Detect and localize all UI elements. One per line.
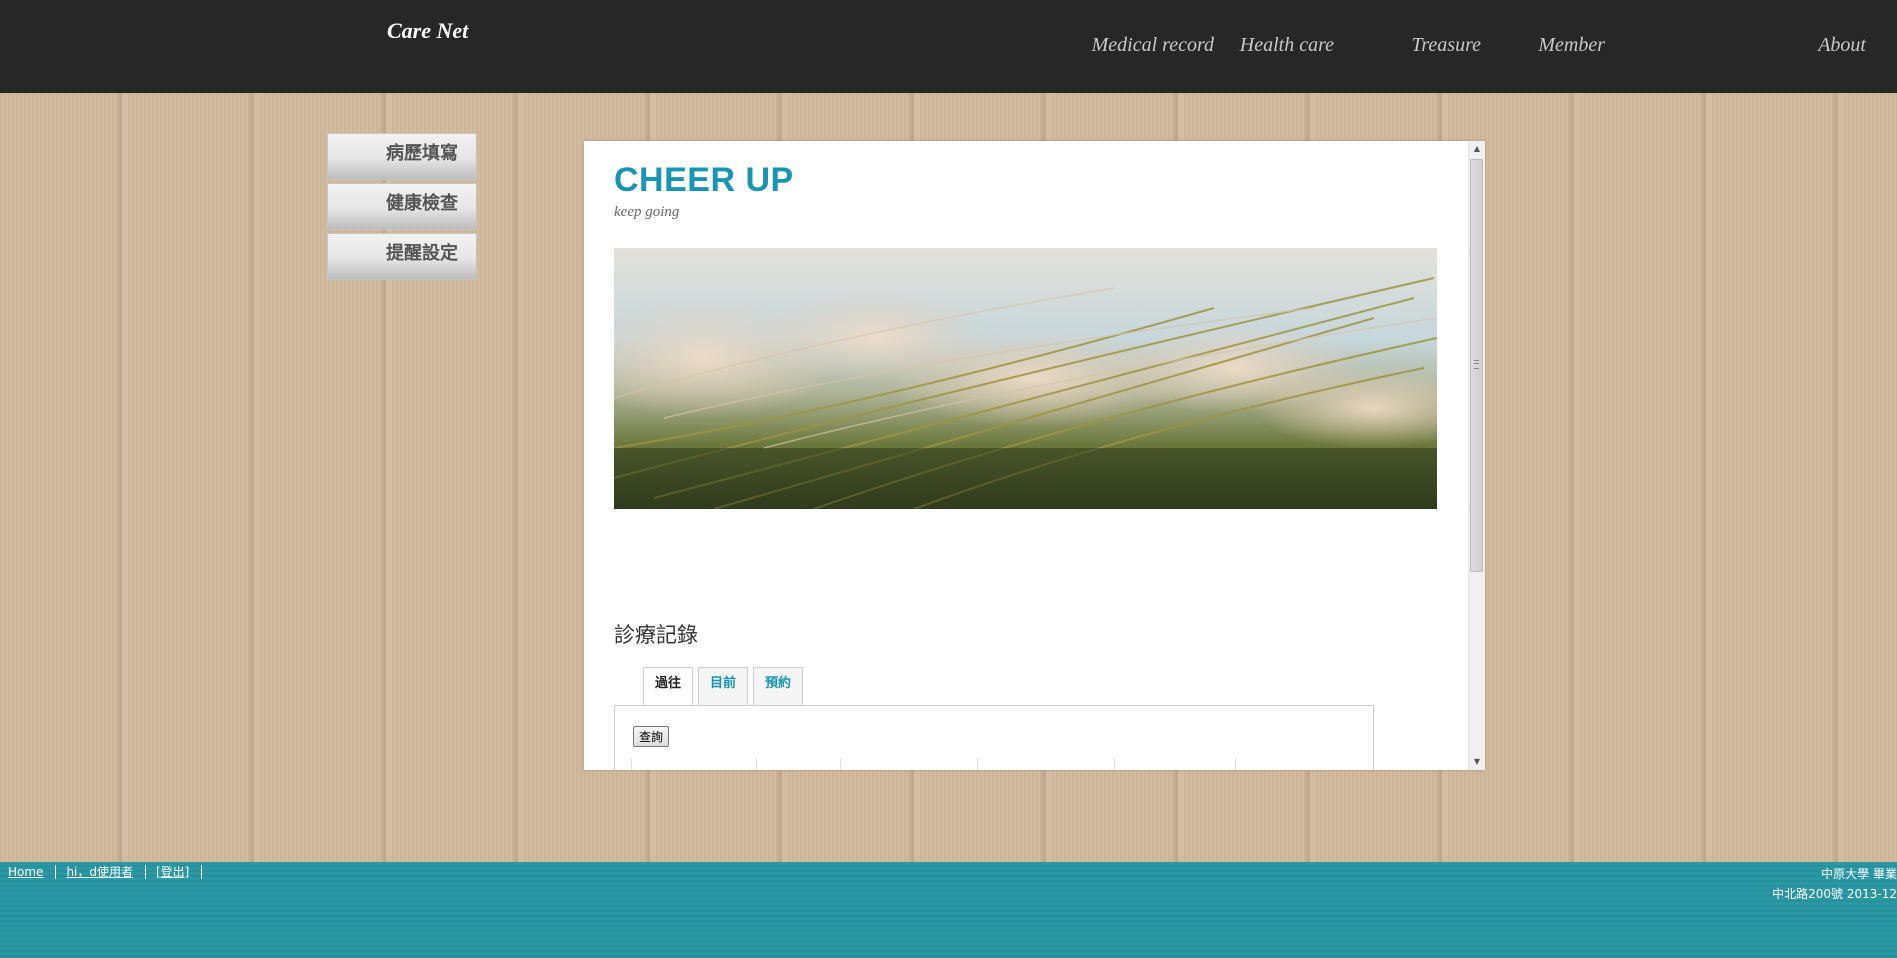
nav-treasure[interactable]: Treasure xyxy=(1411,34,1481,57)
table-column-divider xyxy=(631,758,632,770)
table-column-divider xyxy=(756,758,757,770)
section-title-medical-records: 診療記錄 xyxy=(614,623,698,647)
sidebar-item-reminder-settings[interactable]: 提醒設定 xyxy=(327,233,477,280)
banner-image xyxy=(614,248,1437,509)
footer-home-link[interactable]: Home xyxy=(8,865,57,879)
footer-info-line-2: 中北路200號 2013-12 xyxy=(1772,887,1897,901)
table-column-divider xyxy=(840,758,841,770)
footer-user-link[interactable]: hi，d使用者 xyxy=(66,865,146,879)
scrollbar-thumb[interactable] xyxy=(1470,159,1483,572)
page-subtitle: keep going xyxy=(614,204,680,220)
tab-current[interactable]: 目前 xyxy=(698,667,748,709)
footer-info: 中原大學 畢業 中北路200號 2013-12 xyxy=(1772,864,1897,904)
scroll-down-arrow-icon[interactable]: ▼ xyxy=(1469,754,1485,770)
tab-appointment[interactable]: 預約 xyxy=(753,667,803,709)
scroll-up-arrow-icon[interactable]: ▲ xyxy=(1469,141,1485,157)
nav-member[interactable]: Member xyxy=(1538,34,1605,57)
vertical-scrollbar[interactable]: ▲ ▼ xyxy=(1468,141,1485,770)
grip-icon xyxy=(1474,360,1479,369)
table-column-divider xyxy=(1235,758,1236,770)
tab-panel: 查詢 xyxy=(614,705,1374,770)
sidebar-menu: 病歷填寫 健康檢查 提醒設定 xyxy=(327,133,477,283)
page-title: CHEER UP xyxy=(614,161,794,199)
nav-medical-record[interactable]: Medical record xyxy=(1092,34,1214,57)
content-frame-body: CHEER UP keep going 診療記錄 過往 目前 預約 查詢 xyxy=(584,141,1468,770)
nav-health-care[interactable]: Health care xyxy=(1240,34,1334,57)
sidebar-item-health-check[interactable]: 健康檢查 xyxy=(327,183,477,230)
footer-logout-link[interactable]: [登出] xyxy=(156,865,203,879)
grass-banner-illustration xyxy=(614,248,1437,509)
footer-bar: Home hi，d使用者 [登出] 中原大學 畢業 中北路200號 2013-12 xyxy=(0,862,1897,958)
footer-info-line-1: 中原大學 畢業 xyxy=(1821,867,1897,881)
brand-logo[interactable]: Care Net xyxy=(387,18,468,44)
sidebar-item-medical-record-entry[interactable]: 病歷填寫 xyxy=(327,133,477,180)
footer-links: Home hi，d使用者 [登出] xyxy=(8,862,212,882)
nav-about[interactable]: About xyxy=(1818,34,1866,57)
query-button[interactable]: 查詢 xyxy=(633,726,670,747)
tab-past[interactable]: 過往 xyxy=(643,667,693,709)
table-column-divider xyxy=(977,758,978,770)
table-column-divider xyxy=(1114,758,1115,770)
top-header: Care Net Medical record Health care Trea… xyxy=(0,0,1897,93)
content-frame: CHEER UP keep going 診療記錄 過往 目前 預約 查詢 ▲ ▼ xyxy=(584,141,1485,770)
